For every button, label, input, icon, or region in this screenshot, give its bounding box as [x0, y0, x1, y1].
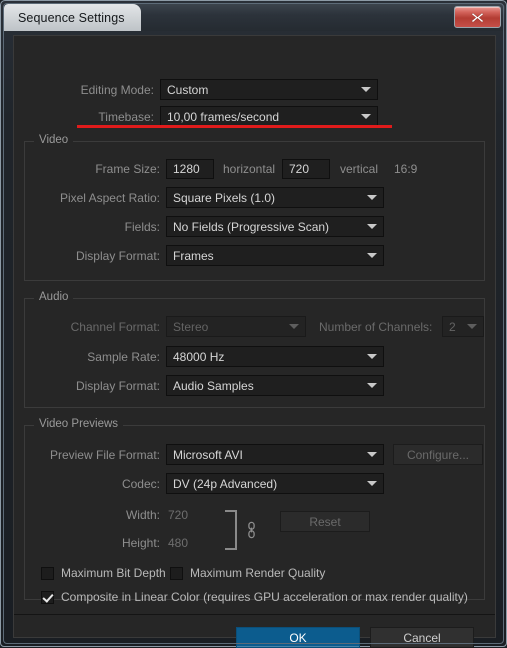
- channel-format-label: Channel Format:: [70, 320, 160, 334]
- channel-format-dropdown: Stereo: [166, 316, 306, 337]
- window-title-tab: Sequence Settings: [4, 4, 141, 31]
- audio-group: Audio Channel Format: Stereo Number of C…: [24, 291, 485, 408]
- checkbox-box-checked: [41, 590, 54, 604]
- timebase-dropdown[interactable]: 10,00 frames/second: [160, 106, 378, 127]
- sequence-settings-window: Sequence Settings Editing Mode: Custom T…: [0, 0, 507, 648]
- sample-rate-value: 48000 Hz: [173, 349, 225, 364]
- configure-button: Configure...: [393, 444, 483, 465]
- codec-label: Codec:: [121, 477, 160, 491]
- channel-format-value: Stereo: [173, 319, 209, 334]
- chevron-down-icon: [367, 383, 377, 388]
- video-display-format-value: Frames: [173, 248, 214, 263]
- window-title-bar: Sequence Settings: [4, 4, 505, 31]
- preview-width-value: 720: [168, 508, 189, 522]
- chevron-down-icon: [361, 87, 371, 92]
- editing-mode-value: Custom: [167, 82, 209, 97]
- chevron-down-icon: [367, 354, 377, 359]
- audio-display-format-dropdown[interactable]: Audio Samples: [166, 375, 384, 396]
- sample-rate-label: Sample Rate:: [87, 350, 160, 364]
- chevron-down-icon: [367, 195, 377, 200]
- composite-linear-color-checkbox[interactable]: Composite in Linear Color (requires GPU …: [41, 590, 468, 604]
- dialog-body: Editing Mode: Custom Timebase: 10,00 fra…: [13, 35, 496, 648]
- editing-mode-dropdown[interactable]: Custom: [160, 79, 378, 100]
- frame-size-aspect-ratio: 16:9: [394, 162, 418, 176]
- preview-file-format-dropdown[interactable]: Microsoft AVI: [166, 444, 384, 465]
- window-title: Sequence Settings: [18, 10, 125, 25]
- close-icon[interactable]: [454, 6, 501, 28]
- preview-height-label: Height:: [121, 536, 160, 550]
- frame-size-label: Frame Size:: [95, 162, 160, 176]
- number-of-channels-value: 2: [449, 319, 456, 334]
- frame-size-horizontal-label: horizontal: [223, 162, 276, 176]
- chevron-down-icon: [367, 224, 377, 229]
- sample-rate-dropdown[interactable]: 48000 Hz: [166, 346, 384, 367]
- ok-button[interactable]: OK: [236, 627, 360, 648]
- chain-link-icon[interactable]: [246, 521, 257, 544]
- maximum-render-quality-label: Maximum Render Quality: [190, 566, 326, 580]
- footer-separator: [14, 614, 495, 615]
- composite-linear-color-label: Composite in Linear Color (requires GPU …: [61, 590, 468, 604]
- audio-group-title: Audio: [34, 291, 74, 303]
- preview-width-label: Width:: [125, 508, 160, 522]
- chevron-down-icon: [467, 324, 477, 329]
- video-group-title: Video: [34, 134, 74, 146]
- pixel-aspect-ratio-value: Square Pixels (1.0): [173, 190, 276, 205]
- maximum-bit-depth-label: Maximum Bit Depth: [61, 566, 166, 580]
- pixel-aspect-ratio-dropdown[interactable]: Square Pixels (1.0): [166, 187, 384, 208]
- checkbox-box: [41, 566, 54, 580]
- annotation-underline: [77, 125, 392, 128]
- codec-value: DV (24p Advanced): [173, 476, 278, 491]
- checkbox-box: [170, 566, 183, 580]
- chevron-down-icon: [367, 452, 377, 457]
- fields-dropdown[interactable]: No Fields (Progressive Scan): [166, 216, 384, 237]
- frame-size-vertical-input[interactable]: [282, 159, 330, 179]
- fields-label: Fields:: [124, 220, 160, 234]
- number-of-channels-dropdown: 2: [442, 316, 484, 337]
- editing-mode-label: Editing Mode:: [80, 83, 154, 97]
- preview-file-format-label: Preview File Format:: [49, 448, 160, 462]
- number-of-channels-label: Number of Channels:: [319, 320, 433, 334]
- preview-file-format-value: Microsoft AVI: [173, 447, 243, 462]
- video-display-format-label: Display Format:: [75, 249, 160, 263]
- timebase-value: 10,00 frames/second: [167, 109, 280, 124]
- reset-button: Reset: [280, 511, 370, 532]
- preview-height-value: 480: [168, 536, 189, 550]
- video-display-format-dropdown[interactable]: Frames: [166, 245, 384, 266]
- timebase-label: Timebase:: [98, 110, 154, 124]
- fields-value: No Fields (Progressive Scan): [173, 219, 330, 234]
- chevron-down-icon: [361, 114, 371, 119]
- maximum-render-quality-checkbox[interactable]: Maximum Render Quality: [170, 566, 325, 580]
- chevron-down-icon: [367, 253, 377, 258]
- dimension-link-bracket: [225, 510, 237, 550]
- maximum-bit-depth-checkbox[interactable]: Maximum Bit Depth: [41, 566, 166, 580]
- pixel-aspect-ratio-label: Pixel Aspect Ratio:: [59, 191, 160, 205]
- audio-display-format-value: Audio Samples: [173, 378, 254, 393]
- video-previews-group-title: Video Previews: [34, 418, 124, 430]
- frame-size-horizontal-input[interactable]: [166, 159, 214, 179]
- frame-size-vertical-label: vertical: [340, 162, 379, 176]
- cancel-button[interactable]: Cancel: [370, 627, 474, 648]
- audio-display-format-label: Display Format:: [75, 379, 160, 393]
- chevron-down-icon: [367, 481, 377, 486]
- codec-dropdown[interactable]: DV (24p Advanced): [166, 473, 384, 494]
- chevron-down-icon: [289, 324, 299, 329]
- video-group: Video Frame Size: horizontal vertical 16…: [24, 134, 485, 281]
